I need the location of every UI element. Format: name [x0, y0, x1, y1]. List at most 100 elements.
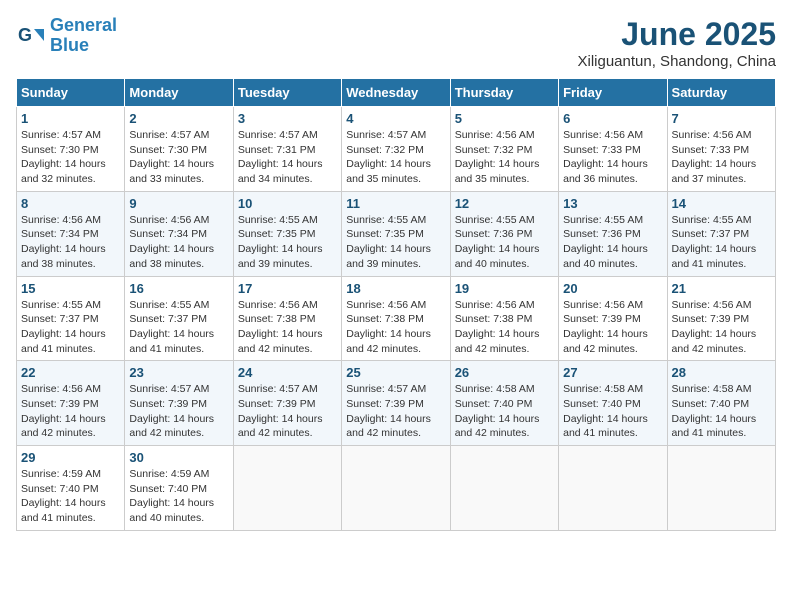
day-detail: Sunrise: 4:56 AMSunset: 7:38 PMDaylight:… [238, 299, 323, 355]
calendar-cell [667, 446, 775, 531]
day-detail: Sunrise: 4:59 AMSunset: 7:40 PMDaylight:… [21, 468, 106, 524]
day-detail: Sunrise: 4:58 AMSunset: 7:40 PMDaylight:… [455, 383, 540, 439]
day-number: 29 [21, 450, 120, 465]
day-number: 17 [238, 281, 337, 296]
day-detail: Sunrise: 4:56 AMSunset: 7:39 PMDaylight:… [563, 299, 648, 355]
day-detail: Sunrise: 4:56 AMSunset: 7:34 PMDaylight:… [21, 214, 106, 270]
calendar-cell: 28 Sunrise: 4:58 AMSunset: 7:40 PMDaylig… [667, 361, 775, 446]
calendar-cell: 29 Sunrise: 4:59 AMSunset: 7:40 PMDaylig… [17, 446, 125, 531]
calendar-cell: 13 Sunrise: 4:55 AMSunset: 7:36 PMDaylig… [559, 191, 667, 276]
day-detail: Sunrise: 4:56 AMSunset: 7:32 PMDaylight:… [455, 129, 540, 185]
calendar-cell: 7 Sunrise: 4:56 AMSunset: 7:33 PMDayligh… [667, 107, 775, 192]
day-number: 9 [129, 196, 228, 211]
day-number: 19 [455, 281, 554, 296]
calendar-week-2: 8 Sunrise: 4:56 AMSunset: 7:34 PMDayligh… [17, 191, 776, 276]
day-number: 5 [455, 111, 554, 126]
day-detail: Sunrise: 4:58 AMSunset: 7:40 PMDaylight:… [563, 383, 648, 439]
day-number: 16 [129, 281, 228, 296]
calendar-cell: 20 Sunrise: 4:56 AMSunset: 7:39 PMDaylig… [559, 276, 667, 361]
calendar-cell: 5 Sunrise: 4:56 AMSunset: 7:32 PMDayligh… [450, 107, 558, 192]
calendar-cell: 2 Sunrise: 4:57 AMSunset: 7:30 PMDayligh… [125, 107, 233, 192]
day-number: 7 [672, 111, 771, 126]
day-detail: Sunrise: 4:55 AMSunset: 7:37 PMDaylight:… [129, 299, 214, 355]
day-number: 30 [129, 450, 228, 465]
calendar-cell [559, 446, 667, 531]
day-number: 6 [563, 111, 662, 126]
calendar-cell: 27 Sunrise: 4:58 AMSunset: 7:40 PMDaylig… [559, 361, 667, 446]
svg-text:G: G [18, 25, 32, 45]
calendar-cell: 30 Sunrise: 4:59 AMSunset: 7:40 PMDaylig… [125, 446, 233, 531]
logo-general: General [50, 15, 117, 35]
calendar-cell: 25 Sunrise: 4:57 AMSunset: 7:39 PMDaylig… [342, 361, 450, 446]
day-number: 18 [346, 281, 445, 296]
logo-icon: G [16, 21, 46, 51]
calendar-title: June 2025 [578, 16, 777, 53]
calendar-week-5: 29 Sunrise: 4:59 AMSunset: 7:40 PMDaylig… [17, 446, 776, 531]
calendar-cell [450, 446, 558, 531]
calendar-cell: 15 Sunrise: 4:55 AMSunset: 7:37 PMDaylig… [17, 276, 125, 361]
day-detail: Sunrise: 4:55 AMSunset: 7:37 PMDaylight:… [21, 299, 106, 355]
calendar-subtitle: Xiliguantun, Shandong, China [578, 53, 777, 70]
day-detail: Sunrise: 4:55 AMSunset: 7:36 PMDaylight:… [455, 214, 540, 270]
calendar-cell: 26 Sunrise: 4:58 AMSunset: 7:40 PMDaylig… [450, 361, 558, 446]
day-number: 26 [455, 365, 554, 380]
day-detail: Sunrise: 4:57 AMSunset: 7:39 PMDaylight:… [129, 383, 214, 439]
day-detail: Sunrise: 4:56 AMSunset: 7:39 PMDaylight:… [672, 299, 757, 355]
day-header-wednesday: Wednesday [342, 79, 450, 107]
calendar-cell [342, 446, 450, 531]
calendar-table: SundayMondayTuesdayWednesdayThursdayFrid… [16, 78, 776, 531]
day-detail: Sunrise: 4:57 AMSunset: 7:39 PMDaylight:… [238, 383, 323, 439]
calendar-cell: 3 Sunrise: 4:57 AMSunset: 7:31 PMDayligh… [233, 107, 341, 192]
calendar-cell: 17 Sunrise: 4:56 AMSunset: 7:38 PMDaylig… [233, 276, 341, 361]
day-detail: Sunrise: 4:56 AMSunset: 7:33 PMDaylight:… [672, 129, 757, 185]
day-number: 22 [21, 365, 120, 380]
calendar-cell: 11 Sunrise: 4:55 AMSunset: 7:35 PMDaylig… [342, 191, 450, 276]
day-number: 24 [238, 365, 337, 380]
logo: G General Blue [16, 16, 117, 56]
day-number: 28 [672, 365, 771, 380]
day-detail: Sunrise: 4:57 AMSunset: 7:39 PMDaylight:… [346, 383, 431, 439]
day-header-monday: Monday [125, 79, 233, 107]
day-number: 8 [21, 196, 120, 211]
day-detail: Sunrise: 4:58 AMSunset: 7:40 PMDaylight:… [672, 383, 757, 439]
day-header-tuesday: Tuesday [233, 79, 341, 107]
calendar-cell: 23 Sunrise: 4:57 AMSunset: 7:39 PMDaylig… [125, 361, 233, 446]
calendar-header-row: SundayMondayTuesdayWednesdayThursdayFrid… [17, 79, 776, 107]
calendar-cell: 19 Sunrise: 4:56 AMSunset: 7:38 PMDaylig… [450, 276, 558, 361]
header: G General Blue June 2025 Xiliguantun, Sh… [16, 16, 776, 70]
calendar-week-3: 15 Sunrise: 4:55 AMSunset: 7:37 PMDaylig… [17, 276, 776, 361]
day-detail: Sunrise: 4:55 AMSunset: 7:37 PMDaylight:… [672, 214, 757, 270]
day-detail: Sunrise: 4:56 AMSunset: 7:38 PMDaylight:… [455, 299, 540, 355]
day-number: 13 [563, 196, 662, 211]
logo-blue: Blue [50, 35, 89, 55]
calendar-cell: 12 Sunrise: 4:55 AMSunset: 7:36 PMDaylig… [450, 191, 558, 276]
calendar-cell: 16 Sunrise: 4:55 AMSunset: 7:37 PMDaylig… [125, 276, 233, 361]
calendar-cell: 22 Sunrise: 4:56 AMSunset: 7:39 PMDaylig… [17, 361, 125, 446]
day-header-friday: Friday [559, 79, 667, 107]
day-number: 27 [563, 365, 662, 380]
day-number: 1 [21, 111, 120, 126]
day-header-thursday: Thursday [450, 79, 558, 107]
day-number: 2 [129, 111, 228, 126]
day-detail: Sunrise: 4:56 AMSunset: 7:33 PMDaylight:… [563, 129, 648, 185]
calendar-cell: 6 Sunrise: 4:56 AMSunset: 7:33 PMDayligh… [559, 107, 667, 192]
calendar-cell: 21 Sunrise: 4:56 AMSunset: 7:39 PMDaylig… [667, 276, 775, 361]
day-detail: Sunrise: 4:55 AMSunset: 7:35 PMDaylight:… [238, 214, 323, 270]
calendar-cell: 24 Sunrise: 4:57 AMSunset: 7:39 PMDaylig… [233, 361, 341, 446]
day-detail: Sunrise: 4:57 AMSunset: 7:30 PMDaylight:… [21, 129, 106, 185]
day-detail: Sunrise: 4:57 AMSunset: 7:30 PMDaylight:… [129, 129, 214, 185]
day-number: 3 [238, 111, 337, 126]
calendar-cell: 14 Sunrise: 4:55 AMSunset: 7:37 PMDaylig… [667, 191, 775, 276]
day-detail: Sunrise: 4:56 AMSunset: 7:34 PMDaylight:… [129, 214, 214, 270]
calendar-week-4: 22 Sunrise: 4:56 AMSunset: 7:39 PMDaylig… [17, 361, 776, 446]
day-header-saturday: Saturday [667, 79, 775, 107]
day-number: 21 [672, 281, 771, 296]
day-number: 12 [455, 196, 554, 211]
calendar-cell: 4 Sunrise: 4:57 AMSunset: 7:32 PMDayligh… [342, 107, 450, 192]
day-number: 23 [129, 365, 228, 380]
logo-text: General Blue [50, 16, 117, 56]
calendar-cell: 1 Sunrise: 4:57 AMSunset: 7:30 PMDayligh… [17, 107, 125, 192]
day-detail: Sunrise: 4:59 AMSunset: 7:40 PMDaylight:… [129, 468, 214, 524]
calendar-cell: 9 Sunrise: 4:56 AMSunset: 7:34 PMDayligh… [125, 191, 233, 276]
calendar-cell: 10 Sunrise: 4:55 AMSunset: 7:35 PMDaylig… [233, 191, 341, 276]
